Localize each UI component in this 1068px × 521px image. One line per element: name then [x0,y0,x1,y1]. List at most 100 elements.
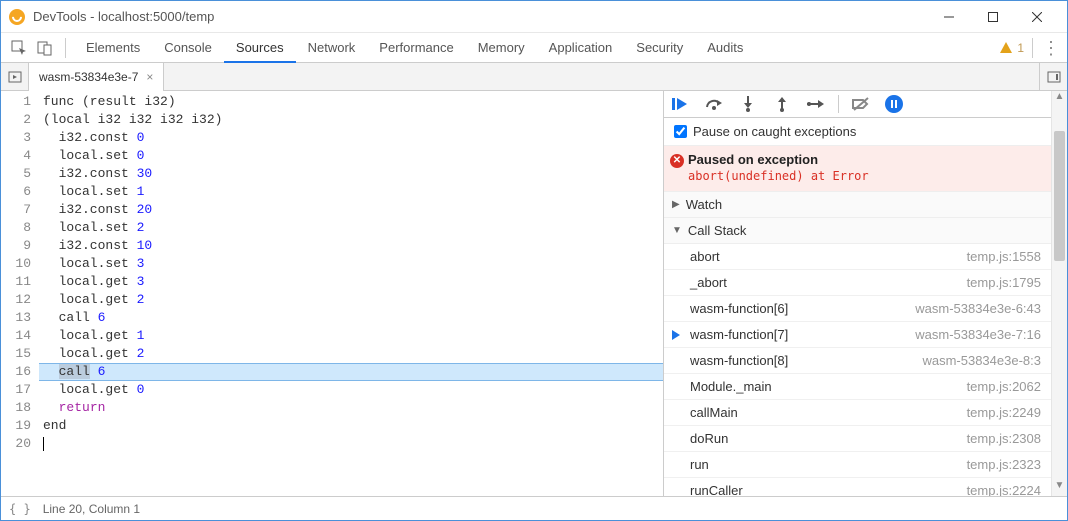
close-button[interactable] [1015,1,1059,33]
code-line[interactable]: return [39,399,663,417]
warnings-badge[interactable]: 1 [999,41,1024,55]
stack-frame-location: temp.js:1558 [967,249,1041,264]
code-line[interactable]: local.set 3 [39,255,663,273]
stack-frame-location: temp.js:2249 [967,405,1041,420]
debugger-pane: Pause on caught exceptions ✕ Paused on e… [664,91,1067,496]
callstack-list: aborttemp.js:1558 _abort temp.js:1795 wasm-… [664,244,1067,496]
stack-frame[interactable]: wasm-function[7] wasm-53834e3e-7:16 [664,322,1051,348]
error-icon: ✕ [670,154,684,168]
maximize-button[interactable] [971,1,1015,33]
status-bar: { } Line 20, Column 1 [1,496,1067,520]
stack-frame[interactable]: run temp.js:2323 [664,452,1051,478]
stack-frame-location: temp.js:2323 [967,457,1041,472]
code-line[interactable]: local.get 0 [39,381,663,399]
code-line[interactable]: local.set 2 [39,219,663,237]
code-line[interactable]: local.get 2 [39,291,663,309]
scroll-thumb[interactable] [1054,131,1065,261]
pretty-print-icon[interactable]: { } [9,502,31,516]
step-into-icon[interactable] [738,94,758,114]
file-tab-label: wasm-53834e3e-7 [39,63,138,91]
callstack-label: Call Stack [688,223,747,238]
step-over-icon[interactable] [704,94,724,114]
stack-frame-function: wasm-function[8] [690,353,788,368]
code-line[interactable]: local.get 1 [39,327,663,345]
resume-icon[interactable] [670,94,690,114]
code-line[interactable]: end [39,417,663,435]
tab-sources[interactable]: Sources [224,33,296,63]
code-line[interactable]: call 6 [39,363,663,381]
pause-caught-label: Pause on caught exceptions [693,124,856,139]
stack-frame[interactable]: wasm-function[6] wasm-53834e3e-6:43 [664,296,1051,322]
code-line[interactable]: i32.const 20 [39,201,663,219]
code-line[interactable]: local.get 3 [39,273,663,291]
step-icon[interactable] [806,94,826,114]
main-area: 1234567891011121314151617181920 func (re… [1,91,1067,496]
pause-caught-checkbox[interactable] [674,125,687,138]
minimize-button[interactable] [927,1,971,33]
stack-frame[interactable]: _abort temp.js:1795 [664,270,1051,296]
more-menu-icon[interactable]: ⋮ [1041,43,1061,53]
chevron-right-icon: ▶ [672,199,680,210]
stack-frame-location: temp.js:2224 [967,483,1041,496]
code-content[interactable]: func (result i32)(local i32 i32 i32 i32)… [39,91,663,496]
inspect-element-icon[interactable] [7,35,31,61]
tab-application[interactable]: Application [537,33,625,63]
stack-frame-location: wasm-53834e3e-8:3 [922,353,1041,368]
stack-frame[interactable]: callMain temp.js:2249 [664,400,1051,426]
stack-frame-function: runCaller [690,483,743,496]
code-line[interactable]: i32.const 0 [39,129,663,147]
stack-frame-function: wasm-function[7] [690,327,788,342]
stack-frame-location: wasm-53834e3e-6:43 [915,301,1041,316]
code-line[interactable]: i32.const 10 [39,237,663,255]
window-titlebar: DevTools - localhost:5000/temp [1,1,1067,33]
step-out-icon[interactable] [772,94,792,114]
stack-frame-function: _abort [690,275,727,290]
stack-frame-function: Module._main [690,379,772,394]
code-line[interactable] [39,435,663,453]
stack-frame[interactable]: runCaller temp.js:2224 [664,478,1051,496]
tab-security[interactable]: Security [624,33,695,63]
exception-detail: abort(undefined) at Error [688,169,1057,183]
code-editor[interactable]: 1234567891011121314151617181920 func (re… [1,91,664,496]
stack-frame[interactable]: wasm-function[8] wasm-53834e3e-8:3 [664,348,1051,374]
stack-frame-function: run [690,457,709,472]
tab-performance[interactable]: Performance [367,33,465,63]
navigator-toggle-icon[interactable] [1,63,29,91]
code-line[interactable]: i32.const 30 [39,165,663,183]
callstack-section-header[interactable]: ▼ Call Stack [664,218,1067,244]
code-line[interactable]: call 6 [39,309,663,327]
stack-frame[interactable]: aborttemp.js:1558 [664,244,1051,270]
file-tab[interactable]: wasm-53834e3e-7 × [29,63,164,91]
stack-frame-location: wasm-53834e3e-7:16 [915,327,1041,342]
close-tab-icon[interactable]: × [146,63,153,91]
code-line[interactable]: local.set 1 [39,183,663,201]
scroll-up-icon[interactable]: ▲ [1052,91,1067,107]
warnings-count: 1 [1017,41,1024,55]
vertical-scrollbar[interactable]: ▲ ▼ [1051,91,1067,496]
editor-tabbar: wasm-53834e3e-7 × [1,63,1067,91]
cursor-position: Line 20, Column 1 [43,502,140,516]
code-line[interactable]: local.set 0 [39,147,663,165]
code-line[interactable]: func (result i32) [39,93,663,111]
tab-audits[interactable]: Audits [695,33,755,63]
stack-frame-function: callMain [690,405,738,420]
scroll-down-icon[interactable]: ▼ [1052,480,1067,496]
code-line[interactable]: (local i32 i32 i32 i32) [39,111,663,129]
pause-exceptions-icon[interactable] [885,95,903,113]
stack-frame[interactable]: doRuntemp.js:2308 [664,426,1051,452]
device-toggle-icon[interactable] [33,35,57,61]
tab-memory[interactable]: Memory [466,33,537,63]
stack-frame-location: temp.js:1795 [967,275,1041,290]
divider [1032,38,1033,58]
stack-frame-function: wasm-function[6] [690,301,788,316]
exception-title: Paused on exception [688,152,1057,167]
deactivate-breakpoints-icon[interactable] [851,94,871,114]
watch-section-header[interactable]: ▶ Watch [664,192,1067,218]
run-snippet-icon[interactable] [1039,63,1067,91]
tab-console[interactable]: Console [152,33,224,63]
pause-caught-exceptions-row[interactable]: Pause on caught exceptions [664,118,1067,146]
stack-frame[interactable]: Module._maintemp.js:2062 [664,374,1051,400]
tab-network[interactable]: Network [296,33,368,63]
code-line[interactable]: local.get 2 [39,345,663,363]
tab-elements[interactable]: Elements [74,33,152,63]
